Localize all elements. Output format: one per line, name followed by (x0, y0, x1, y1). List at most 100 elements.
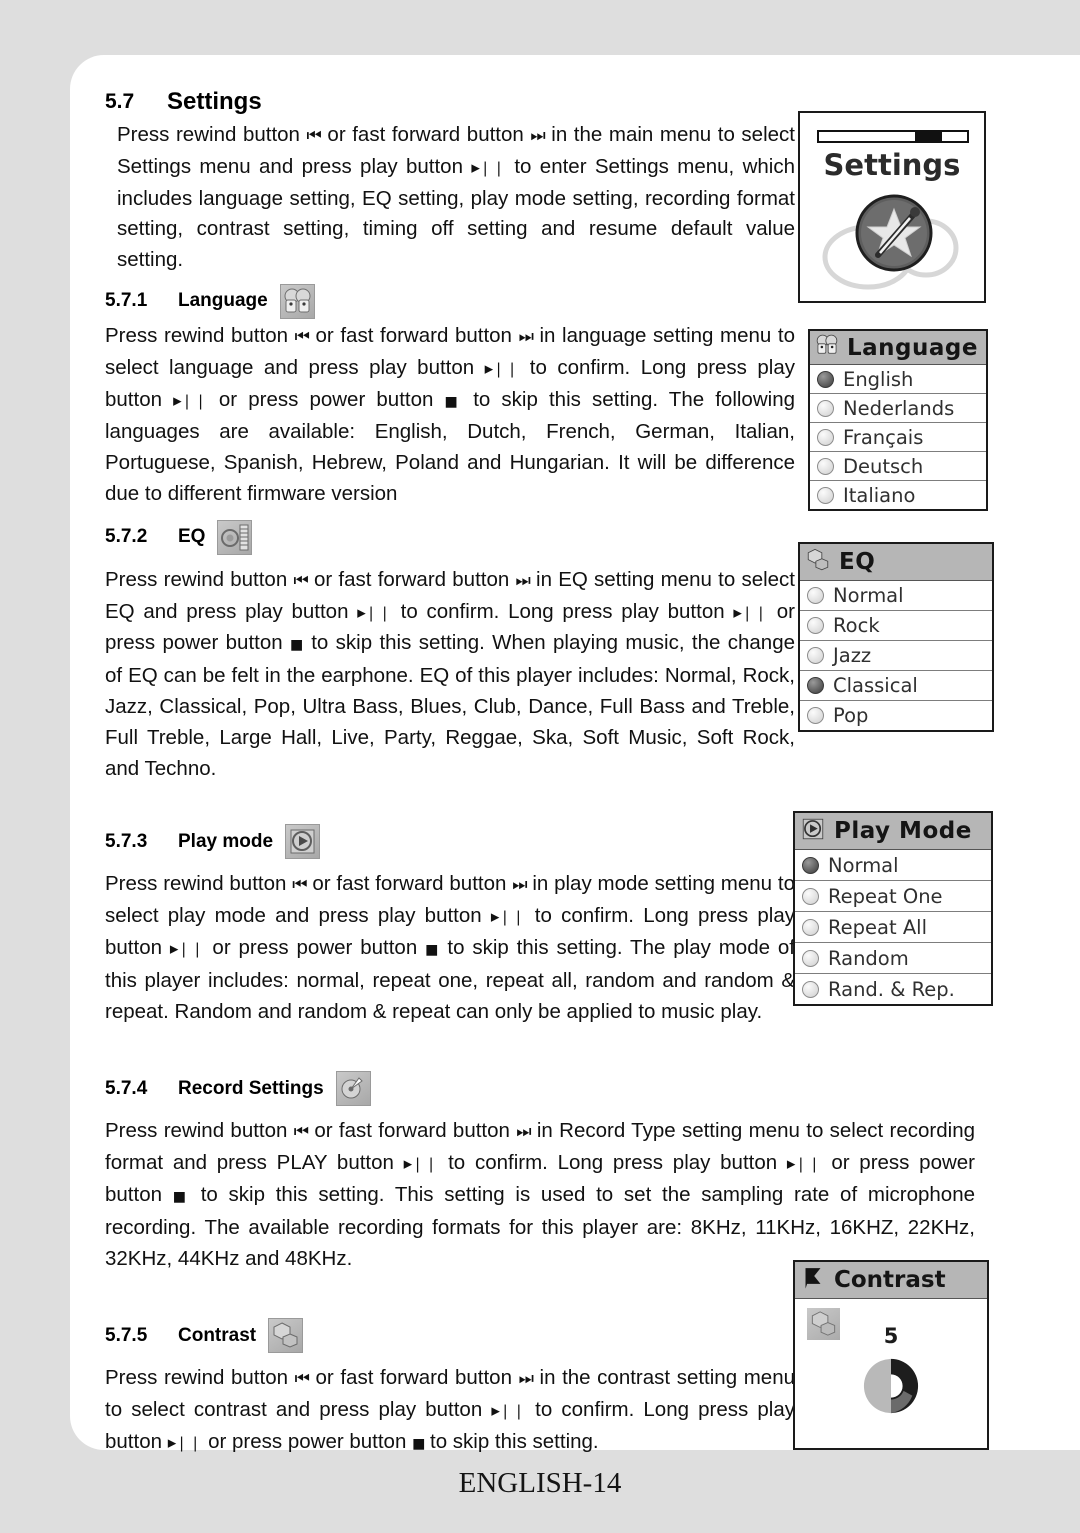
list-item-label: Normal (828, 853, 899, 877)
list-item[interactable]: Rand. & Rep. (795, 974, 991, 1004)
radio-icon[interactable] (802, 887, 819, 905)
radio-icon[interactable] (817, 457, 834, 475)
section-heading-play-mode: 5.7.3 Play mode (105, 824, 795, 860)
text-run: Press rewind button (105, 872, 293, 896)
text-run: or fast forward button (320, 123, 531, 146)
text-run: Press rewind button (105, 323, 295, 347)
section-title: Language (178, 290, 268, 312)
list-item[interactable]: English (810, 365, 986, 394)
radio-icon[interactable] (807, 707, 824, 724)
pause-icon: ❘❘ (740, 603, 769, 622)
paragraph-eq: Press rewind button ⏮ or fast forward bu… (105, 565, 795, 785)
radio-icon[interactable] (807, 587, 824, 604)
two-faces-icon (279, 283, 315, 319)
section-heading-contrast: 5.7.5 Contrast (105, 1318, 795, 1354)
list-item-label: English (843, 367, 914, 391)
list-item[interactable]: Repeat All (795, 912, 991, 943)
section-number: 5.7.2 (105, 526, 148, 548)
play-mode-menu-screen[interactable]: Play Mode Normal Repeat One Repeat All R… (793, 811, 993, 1006)
stop-icon: ■ (425, 941, 440, 958)
section-title: Contrast (178, 1324, 257, 1346)
list-item[interactable]: Normal (795, 850, 991, 881)
rewind-icon: ⏮ (294, 326, 310, 347)
fast-forward-icon: ⏭ (515, 570, 530, 591)
pause-icon: ❘❘ (478, 158, 507, 177)
flag-icon (800, 1265, 826, 1296)
list-item[interactable]: Français (810, 423, 986, 452)
menu-title: Language (847, 334, 978, 361)
contrast-screen[interactable]: Contrast 5 (793, 1260, 989, 1450)
play-icon: ▸ (173, 390, 181, 411)
list-item[interactable]: Jazz (800, 641, 992, 671)
cubes-icon (268, 1318, 304, 1354)
play-icon: ▸ (357, 602, 365, 623)
paragraph-play-mode: Press rewind button ⏮ or fast forward bu… (105, 869, 795, 1027)
rewind-icon: ⏮ (293, 570, 308, 591)
pause-icon: ❘❘ (498, 908, 526, 927)
list-item-label: Nederlands (843, 396, 955, 420)
list-item[interactable]: Pop (800, 701, 992, 730)
list-item[interactable]: Deutsch (810, 452, 986, 481)
radio-icon[interactable] (807, 617, 824, 634)
cubes-icon (804, 546, 832, 579)
radio-icon[interactable] (817, 428, 834, 446)
paragraph-settings: Press rewind button ⏮ or fast forward bu… (117, 120, 795, 276)
section-title: Settings (167, 88, 262, 115)
play-icon: ▸ (733, 602, 741, 623)
settings-scrollbar (817, 130, 969, 143)
text-run: or press power button (204, 935, 426, 959)
list-item[interactable]: Repeat One (795, 881, 991, 912)
text-run: or fast forward button (307, 567, 516, 591)
pause-icon: ❘❘ (411, 1155, 439, 1174)
section-title: EQ (178, 526, 206, 548)
contrast-value: 5 (883, 1324, 899, 1348)
list-item[interactable]: Normal (800, 581, 992, 611)
radio-icon[interactable] (802, 918, 819, 936)
pause-icon: ❘❘ (177, 939, 205, 958)
list-item[interactable]: Nederlands (810, 394, 986, 423)
section-heading-eq: 5.7.2 EQ (105, 519, 795, 555)
radio-icon[interactable] (807, 677, 824, 694)
text-run: Press rewind button (105, 1119, 294, 1143)
play-mode-icon (799, 815, 827, 848)
list-item[interactable]: Italiano (810, 481, 986, 509)
play-mode-menu-header: Play Mode (795, 813, 991, 850)
paragraph-language: Press rewind button ⏮ or fast forward bu… (105, 321, 795, 510)
list-item[interactable]: Rock (800, 611, 992, 641)
contrast-dial-icon[interactable] (862, 1357, 920, 1415)
pause-icon: ❘❘ (492, 359, 520, 378)
rewind-icon: ⏮ (293, 1122, 309, 1143)
language-menu-header: Language (810, 331, 986, 365)
equalizer-icon (217, 519, 253, 555)
language-menu-screen[interactable]: Language English Nederlands Français Deu… (808, 329, 988, 511)
radio-icon[interactable] (802, 856, 819, 874)
list-item-label: Repeat All (828, 915, 928, 939)
settings-splash-screen: Settings (798, 111, 986, 303)
radio-icon[interactable] (807, 647, 824, 664)
pause-icon: ❘❘ (364, 603, 392, 622)
rewind-icon: ⏮ (294, 1369, 310, 1390)
stop-icon: ■ (444, 393, 463, 410)
radio-icon[interactable] (802, 949, 819, 967)
pause-icon: ❘❘ (175, 1433, 203, 1452)
text-run: Press rewind button (105, 567, 294, 591)
screen-title: Contrast (834, 1267, 946, 1293)
eq-menu-screen[interactable]: EQ Normal Rock Jazz Classical Pop (798, 542, 994, 732)
radio-icon[interactable] (817, 399, 834, 417)
fast-forward-icon: ⏭ (530, 126, 545, 146)
list-item-label: Classical (833, 674, 918, 697)
radio-icon[interactable] (817, 486, 834, 504)
rewind-icon: ⏮ (292, 875, 307, 896)
list-item[interactable]: Classical (800, 671, 992, 701)
text-run: to confirm. Long press play button (438, 1151, 787, 1175)
contrast-screen-header: Contrast (795, 1262, 987, 1299)
list-item[interactable]: Random (795, 943, 991, 974)
two-faces-icon (814, 332, 840, 363)
list-item-label: Rand. & Rep. (828, 977, 955, 1001)
radio-icon[interactable] (802, 980, 819, 998)
radio-icon[interactable] (817, 370, 834, 388)
menu-title: Play Mode (834, 818, 972, 844)
text-run: or press power button (207, 387, 445, 411)
section-heading-record: 5.7.4 Record Settings (105, 1071, 795, 1107)
section-number: 5.7.5 (105, 1324, 148, 1346)
